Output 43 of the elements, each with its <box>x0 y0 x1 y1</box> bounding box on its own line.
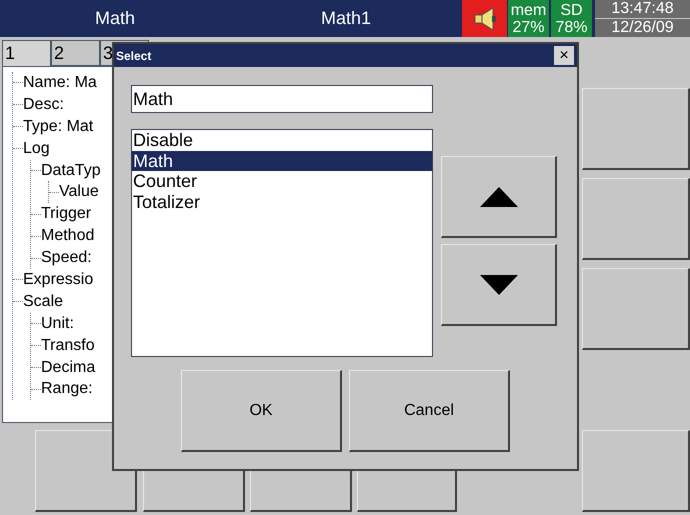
down-triangle-icon <box>480 274 518 294</box>
tree-item[interactable]: Type: Mat <box>23 118 94 135</box>
side-button[interactable] <box>582 178 690 260</box>
sd-value: 78% <box>555 18 588 36</box>
up-triangle-icon <box>480 186 518 206</box>
list-option[interactable]: Totalizer <box>132 192 432 212</box>
move-up-button[interactable] <box>441 156 557 238</box>
tree-item[interactable]: Method <box>41 228 94 244</box>
tree-item[interactable]: DataTyp <box>41 162 101 178</box>
header-title: Math <box>94 7 136 30</box>
memory-value: 27% <box>512 18 545 36</box>
memory-label: mem <box>510 2 546 18</box>
bottom-button[interactable] <box>582 430 690 512</box>
dialog-title: Select <box>116 50 152 62</box>
sd-label: SD <box>560 2 583 18</box>
tree-item[interactable]: Desc: <box>23 96 64 113</box>
tree-item[interactable]: Log <box>23 140 50 157</box>
tree-item[interactable]: Decima <box>41 360 96 376</box>
clock-date: 12/26/09 <box>595 19 690 37</box>
list-option[interactable]: Disable <box>132 130 432 150</box>
cancel-button[interactable]: Cancel <box>349 370 510 452</box>
value-field[interactable]: Math <box>131 85 433 113</box>
alarm-indicator[interactable] <box>462 0 507 37</box>
tree-item[interactable]: Value <box>59 184 99 200</box>
tree-item[interactable]: Name: Ma <box>23 74 97 91</box>
clock-time: 13:47:48 <box>595 0 690 18</box>
move-down-button[interactable] <box>441 244 557 326</box>
close-button[interactable]: × <box>554 46 574 65</box>
tree-item[interactable]: Speed: <box>41 250 92 266</box>
header-subtitle: Math1 <box>320 7 372 30</box>
list-option[interactable]: Math <box>132 150 432 171</box>
tree-item[interactable]: Scale <box>23 294 64 310</box>
tree-item[interactable]: Range: <box>41 381 93 398</box>
tab[interactable]: 2 <box>51 40 100 66</box>
tab[interactable]: 1 <box>2 40 51 66</box>
tree-item[interactable]: Expressio <box>23 272 94 288</box>
side-button[interactable] <box>582 88 690 170</box>
ok-button[interactable]: OK <box>181 370 342 452</box>
list-option[interactable]: Counter <box>132 171 432 192</box>
tree-item[interactable]: Transfo <box>41 338 95 354</box>
side-button[interactable] <box>582 268 690 350</box>
tree-item[interactable]: Unit: <box>41 316 74 332</box>
tree-item[interactable]: Trigger <box>41 206 92 222</box>
